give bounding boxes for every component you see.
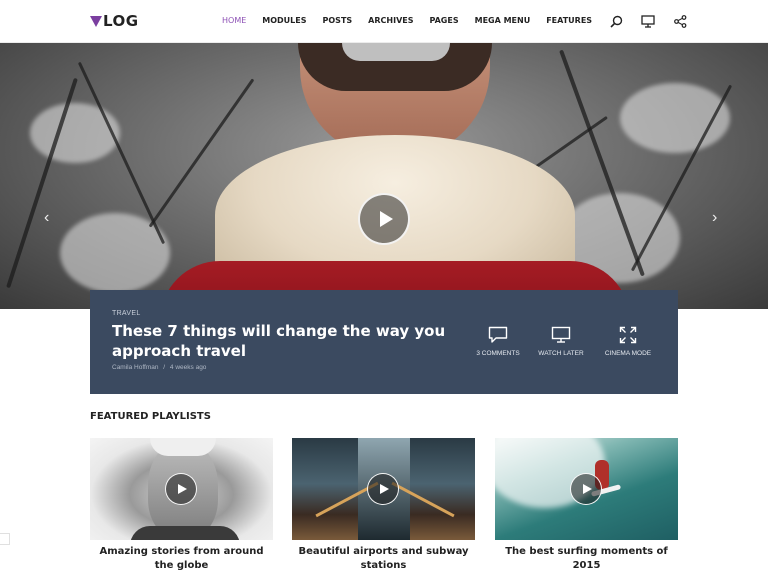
post-author[interactable]: Camila Hoffman bbox=[112, 364, 158, 371]
playlist-thumbnail-2[interactable] bbox=[292, 438, 475, 540]
comment-icon bbox=[488, 326, 508, 343]
featured-post-card: TRAVEL These 7 things will change the wa… bbox=[90, 290, 678, 394]
nav-item-home[interactable]: HOME bbox=[222, 16, 246, 25]
header-icons bbox=[608, 13, 688, 29]
section-title-featured-playlists: FEATURED PLAYLISTS bbox=[90, 411, 211, 422]
hero-background-light bbox=[30, 103, 120, 163]
play-icon bbox=[583, 484, 592, 494]
hero-play-button[interactable] bbox=[358, 193, 410, 245]
playlist-thumbnail-1[interactable] bbox=[90, 438, 273, 540]
nav-item-mega-menu[interactable]: MEGA MENU bbox=[475, 16, 531, 25]
playlist-title-3[interactable]: The best surfing moments of 2015 bbox=[495, 545, 678, 573]
post-category[interactable]: TRAVEL bbox=[112, 310, 141, 317]
meta-separator: / bbox=[163, 364, 166, 371]
playlist-play-button[interactable] bbox=[570, 473, 602, 505]
side-panel-toggle[interactable] bbox=[0, 533, 10, 545]
post-actions: 3 COMMENTS WATCH LATER CINEMA MODE bbox=[474, 326, 656, 357]
post-meta: Camila Hoffman / 4 weeks ago bbox=[112, 364, 206, 371]
nav-item-posts[interactable]: POSTS bbox=[323, 16, 353, 25]
share-icon[interactable] bbox=[672, 13, 688, 29]
play-icon bbox=[379, 211, 393, 227]
site-header: LOG HOME MODULES POSTS ARCHIVES PAGES ME… bbox=[0, 0, 768, 43]
playlist-thumbnail-3[interactable] bbox=[495, 438, 678, 540]
watch-later-label: WATCH LATER bbox=[538, 350, 584, 357]
monitor-icon bbox=[551, 326, 571, 343]
hero-figure-crown bbox=[342, 43, 450, 61]
nav-item-features[interactable]: FEATURES bbox=[546, 16, 592, 25]
chevron-right-icon[interactable]: › bbox=[712, 210, 726, 226]
portrait-shirt bbox=[130, 526, 240, 540]
watch-later-button[interactable]: WATCH LATER bbox=[538, 326, 584, 357]
playlist-play-button[interactable] bbox=[367, 473, 399, 505]
play-icon bbox=[178, 484, 187, 494]
main-nav: HOME MODULES POSTS ARCHIVES PAGES MEGA M… bbox=[222, 16, 592, 25]
chevron-left-icon[interactable]: ‹ bbox=[44, 210, 58, 226]
hero-slider: ‹ › bbox=[0, 43, 768, 309]
logo-text: LOG bbox=[103, 12, 139, 30]
nav-item-modules[interactable]: MODULES bbox=[262, 16, 306, 25]
post-date: 4 weeks ago bbox=[169, 364, 207, 371]
playlist-play-button[interactable] bbox=[165, 473, 197, 505]
nav-item-archives[interactable]: ARCHIVES bbox=[368, 16, 413, 25]
cinema-mode-label: CINEMA MODE bbox=[604, 350, 652, 357]
expand-icon bbox=[619, 326, 637, 344]
post-title[interactable]: These 7 things will change the way you a… bbox=[112, 321, 452, 361]
logo-triangle-icon bbox=[90, 15, 102, 27]
site-logo[interactable]: LOG bbox=[90, 12, 139, 30]
portrait-hair bbox=[150, 438, 216, 456]
comments-button[interactable]: 3 COMMENTS bbox=[474, 326, 522, 357]
playlist-title-2[interactable]: Beautiful airports and subway stations bbox=[292, 545, 475, 573]
search-icon[interactable] bbox=[608, 13, 624, 29]
monitor-icon[interactable] bbox=[640, 13, 656, 29]
nav-item-pages[interactable]: PAGES bbox=[429, 16, 458, 25]
comments-label: 3 COMMENTS bbox=[476, 350, 520, 357]
cinema-mode-button[interactable]: CINEMA MODE bbox=[600, 326, 656, 357]
playlist-title-1[interactable]: Amazing stories from around the globe bbox=[90, 545, 273, 573]
play-icon bbox=[380, 484, 389, 494]
